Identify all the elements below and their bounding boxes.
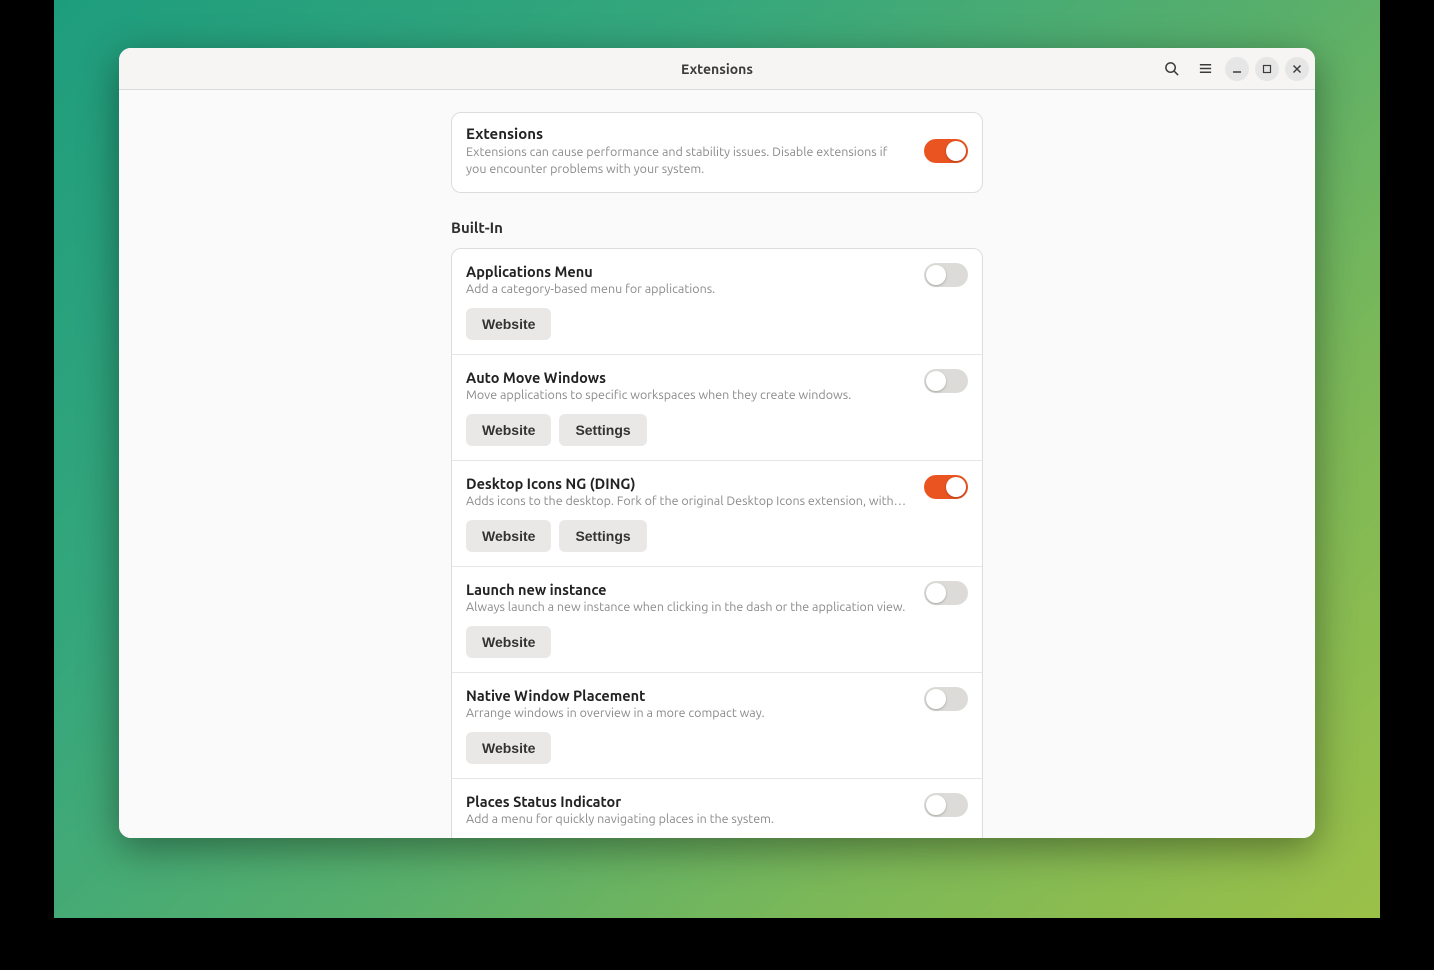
master-description: Extensions can cause performance and sta… [466,144,908,178]
extension-title: Native Window Placement [466,687,908,704]
toggle-knob [926,689,946,709]
master-extensions-card: Extensions Extensions can cause performa… [451,112,983,193]
extension-description: Add a menu for quickly navigating places… [466,812,908,826]
extension-actions: WebsiteSettings [466,520,968,552]
extension-actions: Website [466,308,968,340]
extension-texts: Auto Move Windows Move applications to sp… [466,369,908,402]
hamburger-icon [1198,61,1213,76]
extension-row-top: Desktop Icons NG (DING) Adds icons to the… [466,475,968,508]
extension-row-top: Applications Menu Add a category-based me… [466,263,968,296]
extension-title: Places Status Indicator [466,793,908,810]
extension-texts: Native Window Placement Arrange windows i… [466,687,908,720]
extension-row: Applications Menu Add a category-based me… [452,249,982,355]
content-area[interactable]: Extensions Extensions can cause performa… [119,90,1315,838]
extension-description: Always launch a new instance when clicki… [466,600,908,614]
extension-texts: Launch new instance Always launch a new i… [466,581,908,614]
extensions-list: Applications Menu Add a category-based me… [451,248,983,838]
extensions-window: Extensions [119,48,1315,838]
content-column: Extensions Extensions can cause performa… [451,112,983,838]
extension-row-top: Places Status Indicator Add a menu for qu… [466,793,968,826]
extension-row-top: Auto Move Windows Move applications to sp… [466,369,968,402]
minimize-icon [1232,64,1242,74]
toggle-knob [926,371,946,391]
extension-row: Auto Move Windows Move applications to sp… [452,355,982,461]
extension-actions: WebsiteSettings [466,414,968,446]
extension-row-top: Launch new instance Always launch a new i… [466,581,968,614]
website-button[interactable]: Website [466,308,551,340]
extension-actions: Website [466,626,968,658]
extension-row: Native Window Placement Arrange windows i… [452,673,982,779]
master-title: Extensions [466,125,908,142]
extension-description: Add a category-based menu for applicatio… [466,282,908,296]
toggle-knob [926,583,946,603]
extension-title: Auto Move Windows [466,369,908,386]
extension-toggle[interactable] [924,263,968,287]
minimize-button[interactable] [1225,57,1249,81]
website-button[interactable]: Website [466,732,551,764]
section-label-builtin: Built-In [451,219,983,236]
extension-texts: Desktop Icons NG (DING) Adds icons to the… [466,475,908,508]
extension-row: Launch new instance Always launch a new i… [452,567,982,673]
toggle-knob [926,265,946,285]
close-button[interactable] [1285,57,1309,81]
extension-toggle[interactable] [924,687,968,711]
toggle-knob [946,477,966,497]
extension-actions: Website [466,732,968,764]
extension-description: Arrange windows in overview in a more co… [466,706,908,720]
website-button[interactable]: Website [466,520,551,552]
extension-toggle[interactable] [924,475,968,499]
extension-title: Applications Menu [466,263,908,280]
menu-button[interactable] [1191,55,1219,83]
extension-row: Desktop Icons NG (DING) Adds icons to the… [452,461,982,567]
extension-toggle[interactable] [924,369,968,393]
extension-description: Move applications to specific workspaces… [466,388,908,402]
close-icon [1292,64,1302,74]
search-button[interactable] [1157,55,1185,83]
extension-description: Adds icons to the desktop. Fork of the o… [466,494,908,508]
website-button[interactable]: Website [466,414,551,446]
header-bar: Extensions [119,48,1315,90]
search-icon [1164,61,1179,76]
extension-row-top: Native Window Placement Arrange windows i… [466,687,968,720]
extension-toggle[interactable] [924,793,968,817]
header-controls [1157,55,1309,83]
extension-title: Desktop Icons NG (DING) [466,475,908,492]
window-title: Extensions [681,61,753,77]
master-texts: Extensions Extensions can cause performa… [466,125,908,178]
extension-title: Launch new instance [466,581,908,598]
extension-texts: Applications Menu Add a category-based me… [466,263,908,296]
website-button[interactable]: Website [466,626,551,658]
maximize-button[interactable] [1255,57,1279,81]
extension-row: Places Status Indicator Add a menu for qu… [452,779,982,838]
toggle-knob [926,795,946,815]
master-toggle[interactable] [924,139,968,163]
toggle-knob [946,141,966,161]
settings-button[interactable]: Settings [559,520,646,552]
extension-texts: Places Status Indicator Add a menu for qu… [466,793,908,826]
desktop-background: Extensions [54,0,1380,918]
settings-button[interactable]: Settings [559,414,646,446]
extension-toggle[interactable] [924,581,968,605]
maximize-icon [1262,64,1272,74]
